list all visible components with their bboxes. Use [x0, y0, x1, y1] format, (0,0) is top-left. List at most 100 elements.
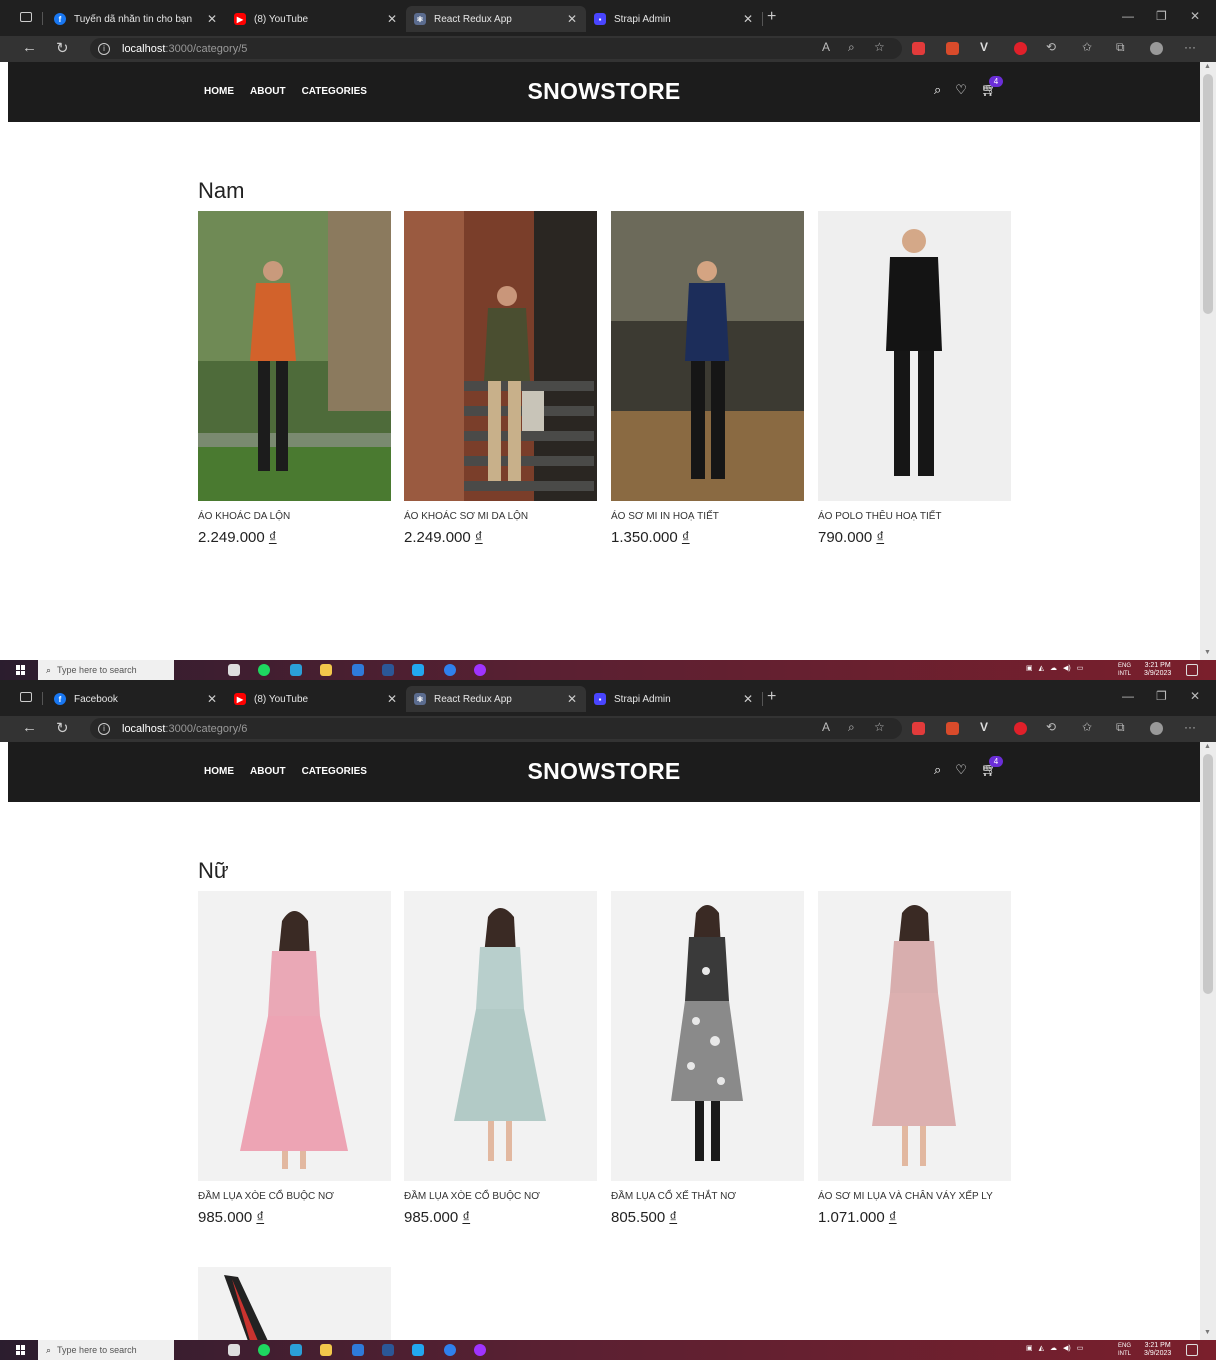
close-icon[interactable]: ✕ [740, 12, 756, 26]
tab-youtube[interactable]: ▶ (8) YouTube ✕ [226, 686, 406, 712]
close-icon[interactable]: ✕ [204, 12, 220, 26]
read-aloud-icon[interactable]: A [822, 720, 830, 734]
product-image[interactable] [818, 891, 1011, 1181]
product-card[interactable]: ÁO POLO THÊU HOẠ TIẾT 790.000 ₫ [818, 211, 1011, 546]
zalo-icon[interactable] [444, 664, 456, 676]
site-logo[interactable]: SNOWSTORE [8, 78, 1200, 105]
product-image[interactable] [611, 211, 804, 501]
cart-icon[interactable]: 🛒︎ 4 [981, 76, 1003, 98]
vscode-icon[interactable] [412, 664, 424, 676]
clock[interactable]: 3:21 PM 3/9/2023 [1144, 662, 1171, 678]
file-explorer-icon[interactable] [320, 664, 332, 676]
product-image[interactable] [818, 211, 1011, 501]
extension-icon[interactable] [1014, 42, 1027, 55]
vscode-icon[interactable] [412, 1344, 424, 1356]
back-icon[interactable]: ← [22, 719, 37, 736]
back-icon[interactable]: ← [22, 39, 37, 56]
refresh-icon[interactable]: ↻ [56, 39, 69, 57]
taskbar-search[interactable]: ⌕ Type here to search [38, 1340, 174, 1360]
extension-icon[interactable] [946, 722, 959, 735]
word-icon[interactable] [382, 1344, 394, 1356]
spotify-icon[interactable] [258, 1344, 270, 1356]
restore-icon[interactable]: ❐ [1156, 9, 1167, 23]
tab-strapi-admin[interactable]: ▪ Strapi Admin ✕ [586, 686, 762, 712]
file-explorer-icon[interactable] [320, 1344, 332, 1356]
scroll-up-icon[interactable]: ▲ [1204, 63, 1211, 70]
product-image[interactable] [198, 211, 391, 501]
product-card[interactable]: ĐẦM LỤA CỔ XẾ THẮT NƠ 805.500 ₫ [611, 891, 804, 1226]
read-aloud-icon[interactable]: A [822, 40, 830, 54]
url-field[interactable]: i localhost :3000/category/5 [90, 38, 902, 59]
extensions-icon[interactable]: ⟲ [1046, 720, 1056, 734]
favorites-icon[interactable]: ✩ [1082, 40, 1092, 54]
tab-actions-icon[interactable] [20, 12, 32, 22]
product-name[interactable]: ÁO SƠ MI IN HOẠ TIẾT [611, 511, 804, 522]
close-icon[interactable]: ✕ [204, 692, 220, 706]
info-icon[interactable]: i [98, 722, 110, 735]
url-field[interactable]: i localhost :3000/category/6 [90, 718, 902, 739]
taskbar-search[interactable]: ⌕ Type here to search [38, 660, 174, 680]
extensions-icon[interactable]: ⟲ [1046, 40, 1056, 54]
close-icon[interactable]: ✕ [740, 692, 756, 706]
restore-icon[interactable]: ❐ [1156, 689, 1167, 703]
product-card[interactable]: ÁO KHOÁC SƠ MI DA LỘN 2.249.000 ₫ [404, 211, 597, 546]
new-tab-icon[interactable]: + [767, 8, 776, 26]
tab-react-redux-app[interactable]: ⚛ React Redux App ✕ [406, 686, 586, 712]
scrollbar-thumb[interactable] [1203, 754, 1213, 994]
product-image[interactable] [611, 891, 804, 1181]
language-indicator[interactable]: ENG INTL [1118, 662, 1131, 678]
windows-start-icon[interactable] [16, 1345, 26, 1355]
close-icon[interactable]: ✕ [384, 12, 400, 26]
zoom-icon[interactable]: ⌕ [848, 40, 855, 55]
favorite-add-icon[interactable]: ☆ [874, 40, 885, 54]
scroll-up-icon[interactable]: ▲ [1204, 743, 1211, 750]
tab-actions-icon[interactable] [20, 692, 32, 702]
info-icon[interactable]: i [98, 42, 110, 55]
battery-icon[interactable]: ▭ [1077, 664, 1084, 672]
tab-strapi-admin[interactable]: ▪ Strapi Admin ✕ [586, 6, 762, 32]
cloud-icon[interactable]: ☁ [1050, 664, 1057, 672]
collections-icon[interactable]: ⧉ [1116, 720, 1125, 735]
language-indicator[interactable]: ENG INTL [1118, 1342, 1131, 1358]
product-card[interactable]: ĐẦM LỤA XÒE CỔ BUỘC NƠ 985.000 ₫ [404, 891, 597, 1226]
zoom-icon[interactable]: ⌕ [848, 720, 855, 735]
tray-icon[interactable]: ▣ [1026, 664, 1033, 672]
more-icon[interactable]: ··· [1184, 40, 1196, 54]
new-tab-icon[interactable]: + [767, 688, 776, 706]
scrollbar-thumb[interactable] [1203, 74, 1213, 314]
windows-start-icon[interactable] [16, 665, 26, 675]
clock[interactable]: 3:21 PM 3/9/2023 [1144, 1342, 1171, 1358]
product-name[interactable]: ÁO KHOÁC SƠ MI DA LỘN [404, 511, 597, 522]
network-icon[interactable]: ◭ [1039, 664, 1044, 672]
product-image[interactable] [404, 891, 597, 1181]
scroll-down-icon[interactable]: ▼ [1204, 649, 1211, 656]
edge-icon[interactable] [290, 664, 302, 676]
notification-icon[interactable] [1186, 1344, 1198, 1356]
product-card[interactable]: ÁO SƠ MI LỤA VÀ CHÂN VÁY XẾP LY 1.071.00… [818, 891, 1011, 1226]
refresh-icon[interactable]: ↻ [56, 719, 69, 737]
spotify-icon[interactable] [258, 664, 270, 676]
task-view-icon[interactable] [228, 664, 240, 676]
tab-facebook[interactable]: f Facebook ✕ [46, 686, 226, 712]
tab-facebook[interactable]: f Tuyển dã nhắn tin cho bạn ✕ [46, 6, 226, 32]
cloud-icon[interactable]: ☁ [1050, 1344, 1057, 1352]
edge-icon[interactable] [290, 1344, 302, 1356]
product-card[interactable]: ĐẦM LỤA XÒE CỔ BUỘC NƠ 985.000 ₫ [198, 891, 391, 1226]
extension-icon[interactable] [946, 42, 959, 55]
favorite-add-icon[interactable]: ☆ [874, 720, 885, 734]
messenger-icon[interactable] [474, 664, 486, 676]
product-name[interactable]: ÁO KHOÁC DA LỘN [198, 511, 391, 522]
extension-icon[interactable] [912, 42, 925, 55]
product-image[interactable] [404, 211, 597, 501]
mail-icon[interactable] [352, 664, 364, 676]
search-icon[interactable]: ⌕ [934, 82, 941, 98]
product-card[interactable]: ÁO KHOÁC DA LỘN 2.249.000 ₫ [198, 211, 391, 546]
extension-v-icon[interactable]: V [980, 40, 988, 54]
task-view-icon[interactable] [228, 1344, 240, 1356]
more-icon[interactable]: ··· [1184, 720, 1196, 734]
collections-icon[interactable]: ⧉ [1116, 40, 1125, 55]
minimize-icon[interactable]: — [1122, 9, 1134, 23]
favorites-icon[interactable]: ✩ [1082, 720, 1092, 734]
network-icon[interactable]: ◭ [1039, 1344, 1044, 1352]
heart-icon[interactable]: ♡ [955, 762, 967, 778]
